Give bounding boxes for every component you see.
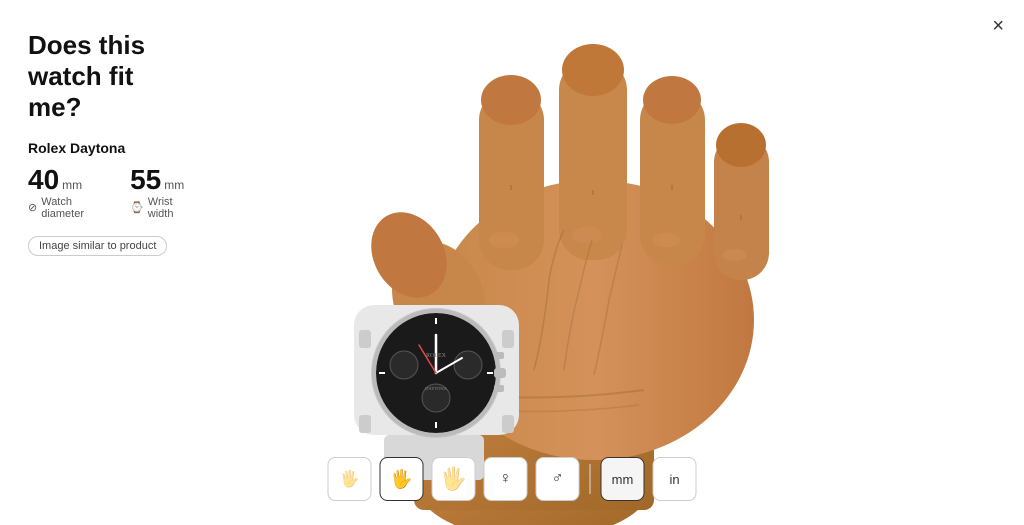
male-gender-button[interactable]: ♂ [536,457,580,501]
close-button[interactable]: × [992,16,1004,36]
small-wrist-button[interactable]: 🖐 [328,457,372,501]
diameter-spec: 40 mm ⊘ Watch diameter [28,166,106,220]
hand-illustration: ROLEX DAYTONA [194,0,1024,525]
wrist-label: Wrist width [148,196,192,220]
wrist-icon: ⌚ [130,201,144,214]
female-icon: ♀ [500,470,512,488]
diameter-icon: ⊘ [28,201,37,214]
unit-separator [590,464,591,494]
mm-label: mm [612,472,634,487]
in-unit-button[interactable]: in [653,457,697,501]
large-hand-icon: 🖐 [440,466,467,492]
medium-wrist-button[interactable]: 🖐 [380,457,424,501]
small-hand-icon: 🖐 [340,469,360,489]
svg-text:DAYTONA: DAYTONA [425,386,448,391]
diameter-value: 40 [28,166,59,194]
diameter-unit: mm [62,178,82,192]
watch-name: Rolex Daytona [28,140,192,156]
male-icon: ♂ [552,470,564,488]
wrist-value: 55 [130,166,161,194]
info-panel: Does this watch fit me? Rolex Daytona 40… [0,0,220,276]
image-badge: Image similar to product [28,236,167,256]
wrist-unit: mm [164,178,184,192]
diameter-label: Watch diameter [41,196,106,220]
modal-title: Does this watch fit me? [28,30,192,124]
medium-hand-icon: 🖐 [390,469,412,490]
in-label: in [669,472,679,487]
svg-text:ROLEX: ROLEX [426,353,447,359]
female-gender-button[interactable]: ♀ [484,457,528,501]
large-wrist-button[interactable]: 🖐 [432,457,476,501]
bottom-controls: 🖐 🖐 🖐 ♀ ♂ mm in [328,457,697,501]
mm-unit-button[interactable]: mm [601,457,645,501]
modal-container: × Does this watch fit me? Rolex Daytona … [0,0,1024,525]
specs-row: 40 mm ⊘ Watch diameter 55 mm ⌚ Wrist wid… [28,166,192,220]
wrist-spec: 55 mm ⌚ Wrist width [130,166,192,220]
